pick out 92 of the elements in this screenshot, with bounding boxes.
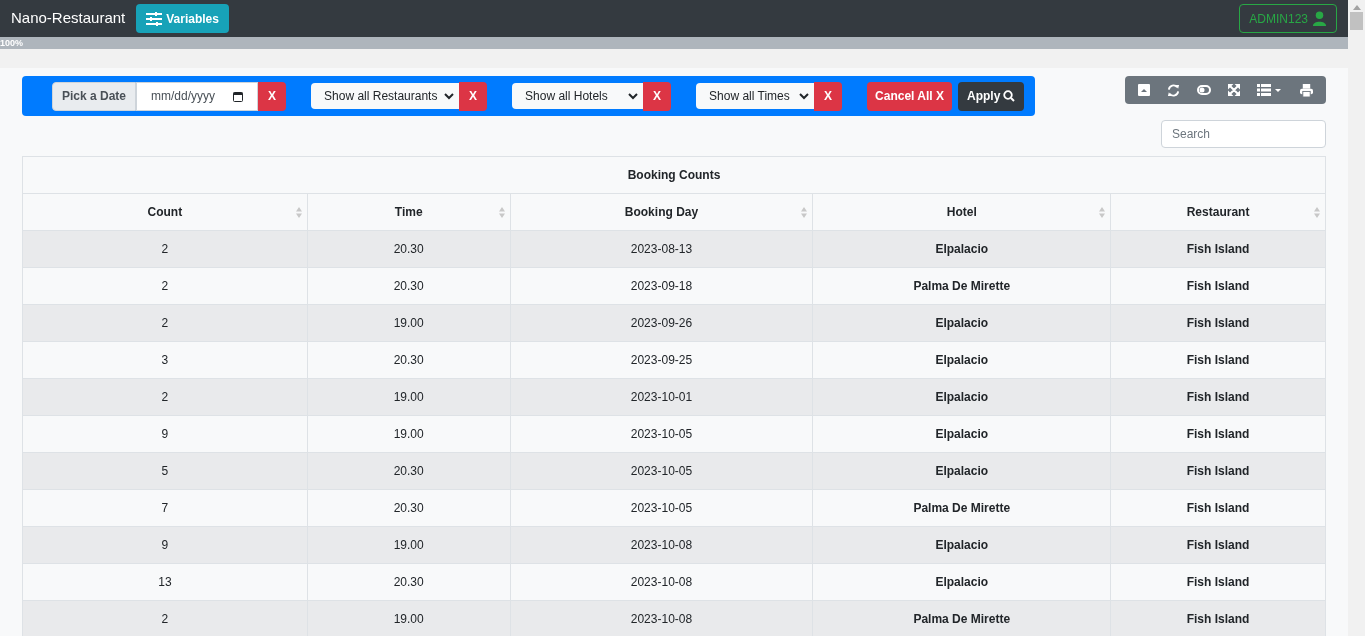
clear-button[interactable]: X bbox=[814, 81, 843, 111]
chevron-down-icon bbox=[799, 92, 810, 100]
sliders-icon bbox=[146, 11, 163, 26]
user-icon bbox=[1312, 11, 1327, 26]
filter-select[interactable]: Show all Hotels bbox=[512, 83, 644, 109]
collapse-icon[interactable] bbox=[1137, 84, 1150, 96]
table-cell: 2023-10-05 bbox=[510, 452, 813, 490]
column-header[interactable]: Count bbox=[22, 193, 308, 231]
search-icon bbox=[1003, 90, 1016, 102]
chevron-down-icon bbox=[444, 92, 455, 100]
chevron-down-icon bbox=[628, 92, 639, 100]
table-cell: 19.00 bbox=[307, 415, 511, 453]
table-cell: 9 bbox=[22, 415, 308, 453]
table-cell: Elpalacio bbox=[812, 452, 1111, 490]
table-cell: Fish Island bbox=[1110, 526, 1326, 564]
table-cell: Palma De Mirette bbox=[812, 489, 1111, 527]
fullscreen-icon[interactable] bbox=[1228, 84, 1241, 96]
table-cell: Fish Island bbox=[1110, 267, 1326, 305]
table-cell: Elpalacio bbox=[812, 304, 1111, 342]
cancel-all-button[interactable]: Cancel All X bbox=[867, 81, 952, 111]
table-cell: 2023-09-25 bbox=[510, 341, 813, 379]
date-label: Pick a Date bbox=[52, 81, 137, 111]
calendar-icon[interactable] bbox=[233, 90, 244, 102]
scroll-thumb[interactable] bbox=[1350, 12, 1363, 30]
sort-icon bbox=[801, 207, 808, 218]
refresh-icon[interactable] bbox=[1166, 83, 1180, 97]
table-cell: Fish Island bbox=[1110, 341, 1326, 379]
table-cell: 2023-10-08 bbox=[510, 563, 813, 601]
table-cell: 2023-10-01 bbox=[510, 378, 813, 416]
table-cell: 2023-08-13 bbox=[510, 230, 813, 268]
table-cell: 2023-09-18 bbox=[510, 267, 813, 305]
table-cell: Elpalacio bbox=[812, 230, 1111, 268]
clear-button[interactable]: X bbox=[258, 81, 287, 111]
search-field[interactable]: Search bbox=[1161, 120, 1326, 148]
table-cell: 2023-10-05 bbox=[510, 489, 813, 527]
table-cell: Fish Island bbox=[1110, 304, 1326, 342]
table-cell: 3 bbox=[22, 341, 308, 379]
table-caption: Booking Counts bbox=[22, 156, 1326, 194]
table-cell: 20.30 bbox=[307, 341, 511, 379]
table-cell: 2 bbox=[22, 600, 308, 636]
table-cell: 20.30 bbox=[307, 452, 511, 490]
progress-label: 100% bbox=[0, 38, 24, 48]
table-cell: 20.30 bbox=[307, 563, 511, 601]
table-cell: Palma De Mirette bbox=[812, 267, 1111, 305]
sort-icon bbox=[1314, 207, 1320, 218]
table-cell: 20.30 bbox=[307, 489, 511, 527]
table-cell: Elpalacio bbox=[812, 341, 1111, 379]
table-cell: 2023-09-26 bbox=[510, 304, 813, 342]
scrollbar[interactable] bbox=[1348, 0, 1365, 636]
column-header[interactable]: Time bbox=[307, 193, 511, 231]
table-cell: 5 bbox=[22, 452, 308, 490]
table-cell: 2 bbox=[22, 378, 308, 416]
sort-icon bbox=[295, 207, 302, 218]
sort-icon bbox=[1099, 207, 1106, 218]
columns-dropdown-icon[interactable] bbox=[1257, 84, 1284, 96]
user-button[interactable]: ADMIN123 bbox=[1239, 4, 1337, 33]
print-icon[interactable] bbox=[1300, 83, 1314, 97]
apply-button[interactable]: Apply bbox=[957, 81, 1025, 111]
table-cell: Fish Island bbox=[1110, 378, 1326, 416]
clear-button[interactable]: X bbox=[459, 81, 488, 111]
table-cell: Elpalacio bbox=[812, 526, 1111, 564]
clear-button[interactable]: X bbox=[643, 81, 672, 111]
filter-select[interactable]: Show all Restaurants bbox=[311, 83, 460, 109]
brand-title[interactable]: Nano-Restaurant bbox=[11, 7, 126, 30]
table-cell: 13 bbox=[22, 563, 308, 601]
table-cell: 2023-10-08 bbox=[510, 526, 813, 564]
sort-icon bbox=[498, 207, 505, 218]
column-header[interactable]: Restaurant bbox=[1110, 193, 1326, 231]
table-cell: 19.00 bbox=[307, 378, 511, 416]
table-cell: Elpalacio bbox=[812, 563, 1111, 601]
table-cell: 9 bbox=[22, 526, 308, 564]
table-cell: 19.00 bbox=[307, 526, 511, 564]
table-cell: Fish Island bbox=[1110, 489, 1326, 527]
table-cell: Fish Island bbox=[1110, 230, 1326, 268]
table-cell: 19.00 bbox=[307, 304, 511, 342]
table-cell: 2023-10-05 bbox=[510, 415, 813, 453]
table-cell: Fish Island bbox=[1110, 415, 1326, 453]
table-cell: 2 bbox=[22, 230, 308, 268]
column-header[interactable]: Booking Day bbox=[510, 193, 813, 231]
table-cell: 20.30 bbox=[307, 230, 511, 268]
table-cell: 20.30 bbox=[307, 267, 511, 305]
table-cell: Elpalacio bbox=[812, 415, 1111, 453]
table-cell: 7 bbox=[22, 489, 308, 527]
date-field[interactable]: mm/dd/yyyy bbox=[136, 81, 259, 111]
table-cell: 2 bbox=[22, 267, 308, 305]
table-cell: Elpalacio bbox=[812, 378, 1111, 416]
toggle-icon[interactable] bbox=[1196, 85, 1211, 95]
column-header[interactable]: Hotel bbox=[812, 193, 1111, 231]
table-cell: Fish Island bbox=[1110, 452, 1326, 490]
table-cell: 2 bbox=[22, 304, 308, 342]
filter-select[interactable]: Show all Times bbox=[696, 83, 815, 109]
table-cell: Fish Island bbox=[1110, 563, 1326, 601]
